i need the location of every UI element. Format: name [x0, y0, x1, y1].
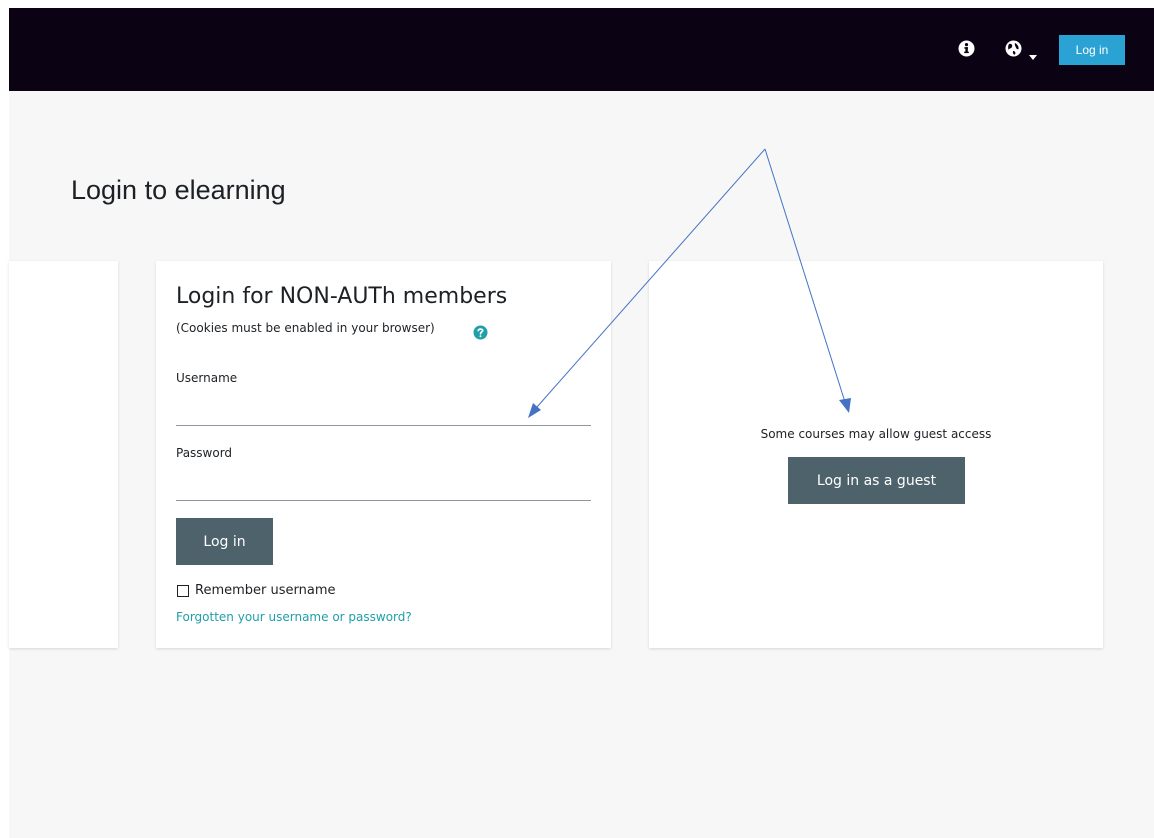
login-heading: Login for NON-AUTh members	[176, 284, 508, 309]
username-label: Username	[176, 371, 238, 385]
login-button[interactable]: Log in	[176, 518, 273, 565]
chevron-down-icon	[1029, 47, 1037, 65]
guest-login-button[interactable]: Log in as a guest	[788, 457, 965, 504]
forgot-password-link[interactable]: Forgotten your username or password?	[176, 610, 412, 624]
info-icon[interactable]	[958, 40, 975, 57]
username-input[interactable]	[176, 396, 591, 426]
remember-username-label[interactable]: Remember username	[195, 583, 336, 598]
question-circle-icon[interactable]	[473, 325, 488, 340]
guest-access-card	[649, 261, 1103, 648]
guest-access-note: Some courses may allow guest access	[760, 427, 992, 441]
password-input[interactable]	[176, 471, 591, 501]
cookies-note: (Cookies must be enabled in your browser…	[176, 321, 435, 335]
globe-icon	[1005, 40, 1022, 62]
page-title: Login to elearning	[71, 175, 286, 205]
top-navbar	[9, 8, 1154, 91]
language-menu[interactable]	[1005, 40, 1045, 60]
header-login-button[interactable]: Log in	[1059, 35, 1125, 65]
remember-username-checkbox[interactable]	[177, 585, 189, 597]
password-label: Password	[176, 446, 233, 460]
partial-login-card	[9, 261, 118, 648]
